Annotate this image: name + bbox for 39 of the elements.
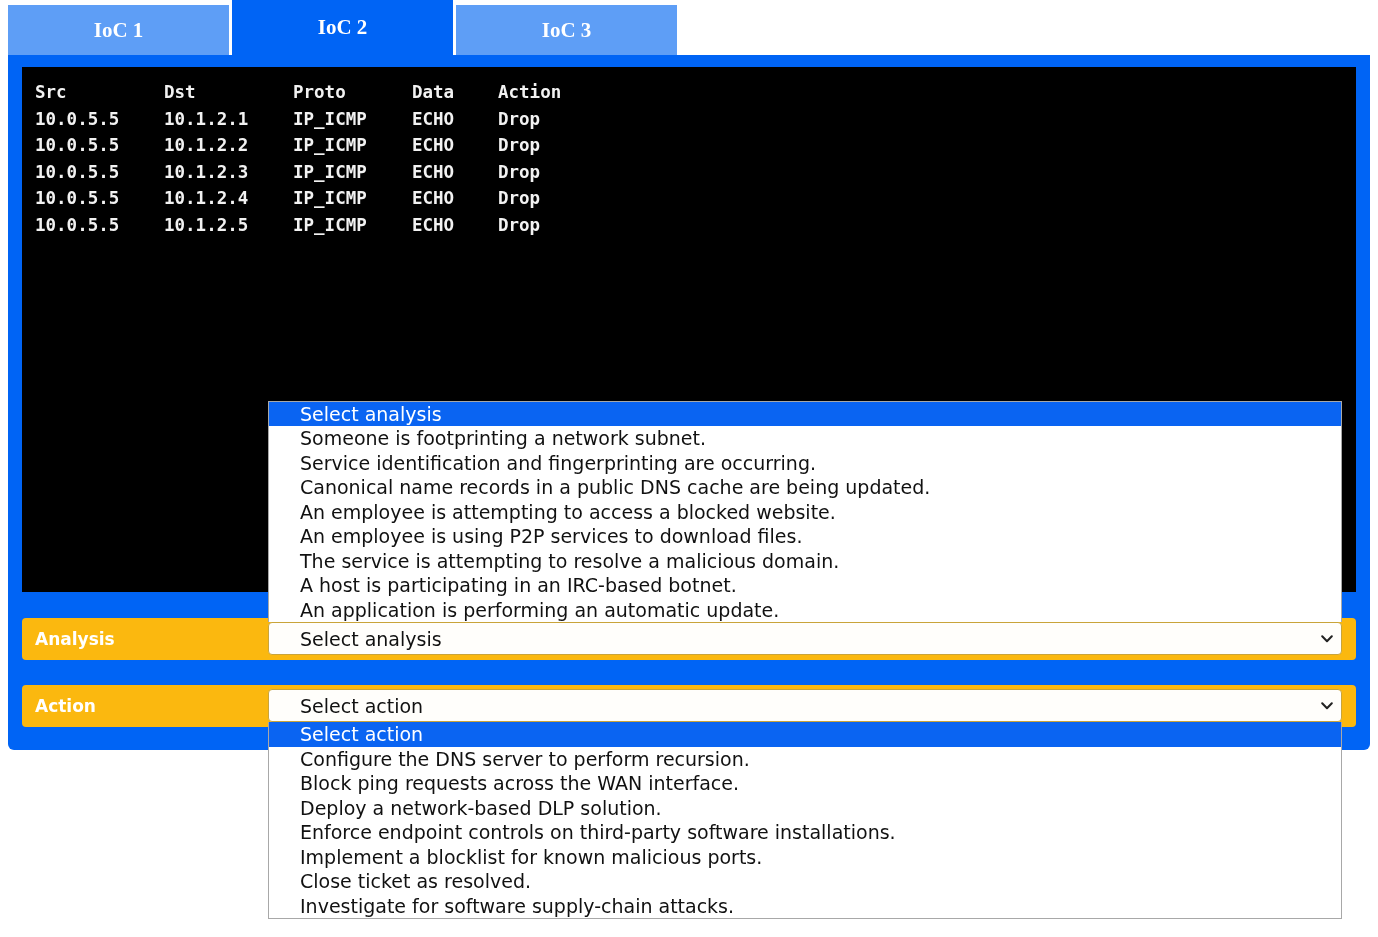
table-cell-text: Drop bbox=[498, 134, 542, 157]
column-header: Src bbox=[35, 81, 68, 104]
table-cell-text: Drop bbox=[498, 213, 542, 237]
dropdown-select[interactable]: Select action bbox=[268, 689, 1342, 722]
table-cell-text: IP_ICMP bbox=[293, 213, 368, 237]
table-cell-text: Drop bbox=[498, 107, 542, 131]
dropdown-option[interactable]: Select action bbox=[269, 722, 1341, 747]
table-cell-text: 10.0.5.5 bbox=[35, 213, 121, 237]
table-cell-text: Drop bbox=[498, 187, 542, 210]
table-cell-text: 10.1.2.4 bbox=[164, 187, 250, 210]
column-header: Action bbox=[498, 81, 563, 104]
table-cell-text: 10.0.5.5 bbox=[35, 134, 121, 157]
table-cell-text: 10.1.2.5 bbox=[164, 213, 250, 237]
column-header: Proto bbox=[293, 81, 347, 104]
table-cell-text: ECHO bbox=[412, 134, 456, 157]
field-label: Action bbox=[35, 695, 97, 716]
tab[interactable]: IoC 2 bbox=[232, 0, 453, 55]
table-cell-text: IP_ICMP bbox=[293, 107, 368, 131]
table-cell-text: 10.1.2.2 bbox=[164, 134, 250, 157]
dropdown-option[interactable]: Select analysis bbox=[269, 401, 1341, 426]
table-cell-text: IP_ICMP bbox=[293, 187, 368, 210]
table-cell-text: IP_ICMP bbox=[293, 134, 368, 157]
table-cell-text: 10.1.2.3 bbox=[164, 160, 250, 184]
table-cell-text: IP_ICMP bbox=[293, 160, 368, 184]
column-header: Dst bbox=[164, 81, 197, 104]
table-cell-text: ECHO bbox=[412, 213, 456, 237]
table-cell-text: ECHO bbox=[412, 160, 456, 184]
chevron-down-icon bbox=[1321, 701, 1333, 710]
dropdown-select[interactable]: Select analysis bbox=[268, 622, 1342, 655]
table-cell-text: Drop bbox=[498, 160, 542, 184]
table-cell-text: 10.0.5.5 bbox=[35, 187, 121, 210]
table-cell-text: ECHO bbox=[412, 107, 456, 131]
table-cell-text: 10.0.5.5 bbox=[35, 160, 121, 184]
table-cell-text: 10.0.5.5 bbox=[35, 107, 121, 131]
chevron-down-icon bbox=[1321, 634, 1333, 643]
table-cell-text: 10.1.2.1 bbox=[164, 107, 250, 131]
table-cell-text: ECHO bbox=[412, 187, 456, 210]
field-label: Analysis bbox=[35, 628, 116, 649]
column-header: Data bbox=[412, 81, 456, 104]
